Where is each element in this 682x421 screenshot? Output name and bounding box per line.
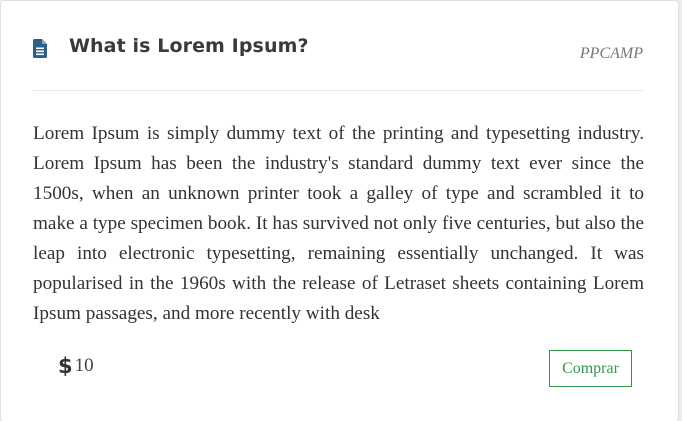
price: $ 10: [58, 352, 94, 380]
card-title: What is Lorem Ipsum?: [69, 35, 309, 57]
price-value: 10: [74, 355, 94, 376]
course-card: What is Lorem Ipsum? PPCAMP Lorem Ipsum …: [1, 1, 678, 421]
buy-button[interactable]: Comprar: [549, 350, 632, 387]
card-description: Lorem Ipsum is simply dummy text of the …: [33, 123, 644, 324]
card-header: What is Lorem Ipsum? PPCAMP: [33, 1, 643, 91]
document-icon: [33, 39, 47, 58]
dollar-icon: $: [58, 354, 73, 378]
author-name: PPCAMP: [579, 45, 643, 62]
